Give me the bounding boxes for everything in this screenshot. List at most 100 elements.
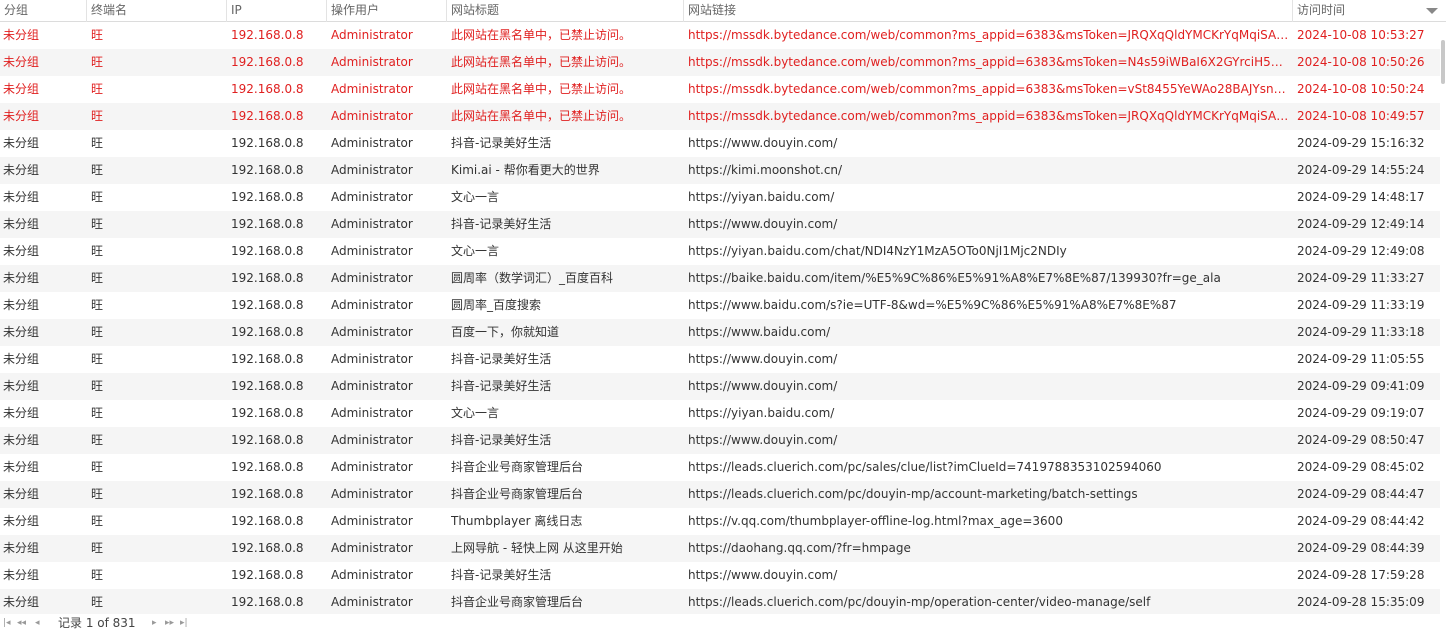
cell-title: 抖音-记录美好生活 <box>451 433 552 447</box>
grid-body: 未分组旺 192.168.0.8 Administrator 此网站在黑名单中，已禁止… <box>0 22 1440 614</box>
cell-user: Administrator <box>331 217 413 231</box>
next-page-icon[interactable]: ▸ <box>152 615 157 631</box>
column-header-terminal[interactable]: 终端名 <box>87 0 227 22</box>
cell-user: Administrator <box>331 271 413 285</box>
cell-url: https://mssdk.bytedance.com/web/common?m… <box>688 109 1289 123</box>
table-row[interactable]: 未分组 旺 192.168.0.8 Administrator 此网站在黑名单中，已禁止… <box>0 22 1440 49</box>
table-row[interactable]: 未分组 旺 192.168.0.8 Administrator 文心一言 https://… <box>0 184 1440 211</box>
cell-user: Administrator <box>331 325 413 339</box>
cell-ip: 192.168.0.8 <box>231 406 304 420</box>
table-row[interactable]: 未分组 旺 192.168.0.8 Administrator 抖音企业号商家管理后台 h… <box>0 481 1440 508</box>
table-row[interactable]: 未分组 旺 192.168.0.8 Administrator 抖音-记录美好生活 htt… <box>0 211 1440 238</box>
cell-time: 2024-09-29 11:05:55 <box>1297 352 1425 366</box>
table-row[interactable]: 未分组 旺 192.168.0.8 Administrator 抖音企业号商家管理后台 h… <box>0 589 1440 614</box>
cell-terminal: 旺 <box>91 352 104 366</box>
column-header-title[interactable]: 网站标题 <box>447 0 684 22</box>
cell-group: 未分组 <box>3 568 40 582</box>
cell-terminal: 旺 <box>91 271 104 285</box>
cell-ip: 192.168.0.8 <box>231 163 304 177</box>
cell-time: 2024-09-29 11:33:18 <box>1297 325 1425 339</box>
cell-url: https://yiyan.baidu.com/chat/NDI4NzY1MzA… <box>688 244 1067 258</box>
record-counter: 记录 1 of 831 <box>58 616 136 630</box>
cell-user: Administrator <box>331 244 413 258</box>
column-header-ip[interactable]: IP <box>227 0 327 22</box>
cell-url: https://www.douyin.com/ <box>688 217 838 231</box>
cell-time: 2024-09-28 17:59:28 <box>1297 568 1425 582</box>
cell-title: 此网站在黑名单中，已禁止访问。 <box>451 28 632 42</box>
cell-terminal: 旺 <box>91 595 104 609</box>
table-row[interactable]: 未分组 旺 192.168.0.8 Administrator 此网站在黑名单中，已禁止… <box>0 103 1440 130</box>
table-row[interactable]: 未分组 旺 192.168.0.8 Administrator 抖音-记录美好生活 htt… <box>0 130 1440 157</box>
cell-terminal: 旺 <box>91 82 104 96</box>
cell-url: https://yiyan.baidu.com/ <box>688 406 835 420</box>
last-page-icon[interactable]: ▸| <box>180 615 188 631</box>
cell-user: Administrator <box>331 487 413 501</box>
cell-terminal: 旺 <box>91 136 104 150</box>
next-page-block-icon[interactable]: ▸▸ <box>165 615 174 631</box>
table-row[interactable]: 未分组 旺 192.168.0.8 Administrator Thumbplayer … <box>0 508 1440 535</box>
pager-bar: |◂ ◂◂ ◂ 记录 1 of 831 ▸ ▸▸ ▸| <box>0 614 1446 632</box>
access-log-grid: 分组 终端名 IP 操作用户 网站标题 网站链接 访问时间 未分组旺 192.16… <box>0 0 1446 614</box>
cell-time: 2024-09-28 15:35:09 <box>1297 595 1425 609</box>
cell-terminal: 旺 <box>91 163 104 177</box>
cell-user: Administrator <box>331 163 413 177</box>
table-row[interactable]: 未分组 旺 192.168.0.8 Administrator 抖音-记录美好生活 htt… <box>0 562 1440 589</box>
cell-ip: 192.168.0.8 <box>231 352 304 366</box>
cell-group: 未分组 <box>3 109 40 123</box>
cell-group: 未分组 <box>3 55 40 69</box>
table-row[interactable]: 未分组 旺 192.168.0.8 Administrator 抖音企业号商家管理后台 h… <box>0 454 1440 481</box>
cell-ip: 192.168.0.8 <box>231 217 304 231</box>
cell-title: 此网站在黑名单中，已禁止访问。 <box>451 82 632 96</box>
cell-time: 2024-09-29 08:44:47 <box>1297 487 1425 501</box>
table-row[interactable]: 未分组 旺 192.168.0.8 Administrator 上网导航 - 轻快上网 … <box>0 535 1440 562</box>
table-row[interactable]: 未分组 旺 192.168.0.8 Administrator Kimi.ai - 帮你… <box>0 157 1440 184</box>
cell-ip: 192.168.0.8 <box>231 271 304 285</box>
column-header-user[interactable]: 操作用户 <box>327 0 447 22</box>
cell-title: 百度一下，你就知道 <box>451 325 560 339</box>
cell-group: 未分组 <box>3 217 40 231</box>
cell-terminal: 旺 <box>91 568 104 582</box>
table-row[interactable]: 未分组 旺 192.168.0.8 Administrator 抖音-记录美好生活 htt… <box>0 346 1440 373</box>
table-row[interactable]: 未分组 旺 192.168.0.8 Administrator 此网站在黑名单中，已禁止… <box>0 49 1440 76</box>
vertical-scrollbar[interactable] <box>1440 22 1446 614</box>
cell-title: 抖音-记录美好生活 <box>451 379 552 393</box>
previous-page-block-icon[interactable]: ◂◂ <box>17 615 26 631</box>
cell-time: 2024-09-29 14:55:24 <box>1297 163 1425 177</box>
cell-user: Administrator <box>331 541 413 555</box>
table-row[interactable]: 未分组 旺 192.168.0.8 Administrator 百度一下，你就知道 htt… <box>0 319 1440 346</box>
cell-terminal: 旺 <box>91 109 104 123</box>
cell-ip: 192.168.0.8 <box>231 514 304 528</box>
cell-terminal: 旺 <box>91 379 104 393</box>
table-row[interactable]: 未分组 旺 192.168.0.8 Administrator 抖音-记录美好生活 htt… <box>0 427 1440 454</box>
column-header-url[interactable]: 网站链接 <box>684 0 1293 22</box>
cell-group: 未分组 <box>3 325 40 339</box>
previous-page-icon[interactable]: ◂ <box>35 615 40 631</box>
cell-time: 2024-09-29 12:49:08 <box>1297 244 1425 258</box>
first-page-icon[interactable]: |◂ <box>3 615 11 631</box>
column-header-time[interactable]: 访问时间 <box>1293 0 1446 22</box>
cell-title: 此网站在黑名单中，已禁止访问。 <box>451 55 632 69</box>
column-header-group[interactable]: 分组 <box>0 0 87 22</box>
cell-ip: 192.168.0.8 <box>231 109 304 123</box>
cell-user: Administrator <box>331 109 413 123</box>
cell-url: https://baike.baidu.com/item/%E5%9C%86%E… <box>688 271 1221 285</box>
cell-url: https://mssdk.bytedance.com/web/common?m… <box>688 55 1289 69</box>
table-row[interactable]: 未分组 旺 192.168.0.8 Administrator 抖音-记录美好生活 htt… <box>0 373 1440 400</box>
cell-time: 2024-09-29 12:49:14 <box>1297 217 1425 231</box>
cell-url: https://www.baidu.com/s?ie=UTF-8&wd=%E5%… <box>688 298 1177 312</box>
table-row[interactable]: 未分组 旺 192.168.0.8 Administrator 文心一言 https://… <box>0 400 1440 427</box>
cell-user: Administrator <box>331 433 413 447</box>
cell-title: 抖音-记录美好生活 <box>451 217 552 231</box>
cell-group: 未分组 <box>3 352 40 366</box>
table-row[interactable]: 未分组 旺 192.168.0.8 Administrator 圆周率_百度搜索 http… <box>0 292 1440 319</box>
table-row[interactable]: 未分组 旺 192.168.0.8 Administrator 此网站在黑名单中，已禁止… <box>0 76 1440 103</box>
table-row[interactable]: 未分组 旺 192.168.0.8 Administrator 圆周率（数学词汇）_百度… <box>0 265 1440 292</box>
cell-url: https://daohang.qq.com/?fr=hmpage <box>688 541 911 555</box>
sort-descending-icon[interactable] <box>1426 8 1438 14</box>
cell-terminal: 旺 <box>91 460 104 474</box>
cell-time: 2024-09-29 15:16:32 <box>1297 136 1425 150</box>
cell-user: Administrator <box>331 460 413 474</box>
table-row[interactable]: 未分组 旺 192.168.0.8 Administrator 文心一言 https://… <box>0 238 1440 265</box>
scrollbar-thumb[interactable] <box>1441 40 1445 84</box>
cell-time: 2024-09-29 08:44:39 <box>1297 541 1425 555</box>
